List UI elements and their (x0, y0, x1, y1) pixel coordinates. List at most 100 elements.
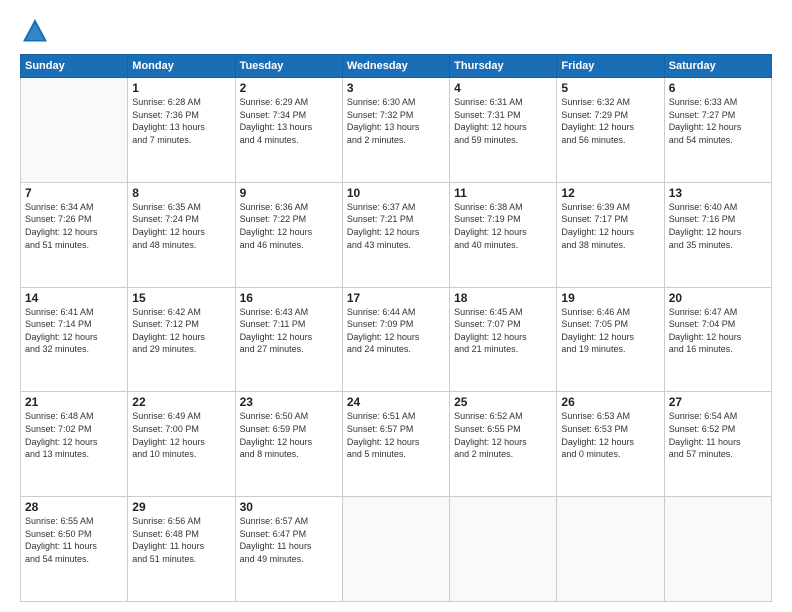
day-number: 30 (240, 500, 338, 514)
calendar-cell: 12Sunrise: 6:39 AM Sunset: 7:17 PM Dayli… (557, 182, 664, 287)
calendar-week-row: 21Sunrise: 6:48 AM Sunset: 7:02 PM Dayli… (21, 392, 772, 497)
day-info: Sunrise: 6:54 AM Sunset: 6:52 PM Dayligh… (669, 410, 767, 460)
calendar-week-row: 1Sunrise: 6:28 AM Sunset: 7:36 PM Daylig… (21, 78, 772, 183)
calendar-cell (21, 78, 128, 183)
day-info: Sunrise: 6:50 AM Sunset: 6:59 PM Dayligh… (240, 410, 338, 460)
day-number: 26 (561, 395, 659, 409)
day-number: 18 (454, 291, 552, 305)
calendar-cell: 18Sunrise: 6:45 AM Sunset: 7:07 PM Dayli… (450, 287, 557, 392)
day-info: Sunrise: 6:33 AM Sunset: 7:27 PM Dayligh… (669, 96, 767, 146)
calendar-header-cell: Monday (128, 55, 235, 78)
day-info: Sunrise: 6:55 AM Sunset: 6:50 PM Dayligh… (25, 515, 123, 565)
day-number: 17 (347, 291, 445, 305)
calendar-cell: 22Sunrise: 6:49 AM Sunset: 7:00 PM Dayli… (128, 392, 235, 497)
day-number: 27 (669, 395, 767, 409)
calendar-header-cell: Sunday (21, 55, 128, 78)
day-number: 25 (454, 395, 552, 409)
calendar-week-row: 14Sunrise: 6:41 AM Sunset: 7:14 PM Dayli… (21, 287, 772, 392)
calendar-cell: 25Sunrise: 6:52 AM Sunset: 6:55 PM Dayli… (450, 392, 557, 497)
calendar-cell: 11Sunrise: 6:38 AM Sunset: 7:19 PM Dayli… (450, 182, 557, 287)
day-info: Sunrise: 6:39 AM Sunset: 7:17 PM Dayligh… (561, 201, 659, 251)
day-info: Sunrise: 6:30 AM Sunset: 7:32 PM Dayligh… (347, 96, 445, 146)
day-number: 15 (132, 291, 230, 305)
calendar-cell: 17Sunrise: 6:44 AM Sunset: 7:09 PM Dayli… (342, 287, 449, 392)
calendar-cell (664, 497, 771, 602)
day-number: 3 (347, 81, 445, 95)
calendar-cell: 4Sunrise: 6:31 AM Sunset: 7:31 PM Daylig… (450, 78, 557, 183)
day-number: 7 (25, 186, 123, 200)
calendar-cell: 28Sunrise: 6:55 AM Sunset: 6:50 PM Dayli… (21, 497, 128, 602)
day-info: Sunrise: 6:29 AM Sunset: 7:34 PM Dayligh… (240, 96, 338, 146)
day-info: Sunrise: 6:42 AM Sunset: 7:12 PM Dayligh… (132, 306, 230, 356)
day-info: Sunrise: 6:57 AM Sunset: 6:47 PM Dayligh… (240, 515, 338, 565)
day-number: 24 (347, 395, 445, 409)
day-info: Sunrise: 6:35 AM Sunset: 7:24 PM Dayligh… (132, 201, 230, 251)
calendar-cell: 13Sunrise: 6:40 AM Sunset: 7:16 PM Dayli… (664, 182, 771, 287)
header (20, 16, 772, 46)
day-info: Sunrise: 6:37 AM Sunset: 7:21 PM Dayligh… (347, 201, 445, 251)
day-info: Sunrise: 6:31 AM Sunset: 7:31 PM Dayligh… (454, 96, 552, 146)
calendar-cell (450, 497, 557, 602)
calendar-header-cell: Thursday (450, 55, 557, 78)
day-number: 22 (132, 395, 230, 409)
day-number: 2 (240, 81, 338, 95)
calendar-table: SundayMondayTuesdayWednesdayThursdayFrid… (20, 54, 772, 602)
day-number: 9 (240, 186, 338, 200)
logo (20, 16, 56, 46)
day-info: Sunrise: 6:47 AM Sunset: 7:04 PM Dayligh… (669, 306, 767, 356)
day-info: Sunrise: 6:34 AM Sunset: 7:26 PM Dayligh… (25, 201, 123, 251)
day-number: 1 (132, 81, 230, 95)
calendar-cell: 16Sunrise: 6:43 AM Sunset: 7:11 PM Dayli… (235, 287, 342, 392)
day-info: Sunrise: 6:41 AM Sunset: 7:14 PM Dayligh… (25, 306, 123, 356)
calendar-cell: 30Sunrise: 6:57 AM Sunset: 6:47 PM Dayli… (235, 497, 342, 602)
calendar-cell (342, 497, 449, 602)
day-info: Sunrise: 6:46 AM Sunset: 7:05 PM Dayligh… (561, 306, 659, 356)
day-info: Sunrise: 6:32 AM Sunset: 7:29 PM Dayligh… (561, 96, 659, 146)
day-number: 8 (132, 186, 230, 200)
calendar-cell: 10Sunrise: 6:37 AM Sunset: 7:21 PM Dayli… (342, 182, 449, 287)
calendar-cell: 26Sunrise: 6:53 AM Sunset: 6:53 PM Dayli… (557, 392, 664, 497)
calendar-cell (557, 497, 664, 602)
calendar-body: 1Sunrise: 6:28 AM Sunset: 7:36 PM Daylig… (21, 78, 772, 602)
day-number: 5 (561, 81, 659, 95)
calendar-cell: 3Sunrise: 6:30 AM Sunset: 7:32 PM Daylig… (342, 78, 449, 183)
day-info: Sunrise: 6:40 AM Sunset: 7:16 PM Dayligh… (669, 201, 767, 251)
calendar-header-cell: Wednesday (342, 55, 449, 78)
day-info: Sunrise: 6:49 AM Sunset: 7:00 PM Dayligh… (132, 410, 230, 460)
day-info: Sunrise: 6:53 AM Sunset: 6:53 PM Dayligh… (561, 410, 659, 460)
day-number: 14 (25, 291, 123, 305)
calendar-cell: 8Sunrise: 6:35 AM Sunset: 7:24 PM Daylig… (128, 182, 235, 287)
calendar-cell: 7Sunrise: 6:34 AM Sunset: 7:26 PM Daylig… (21, 182, 128, 287)
calendar-cell: 29Sunrise: 6:56 AM Sunset: 6:48 PM Dayli… (128, 497, 235, 602)
day-number: 28 (25, 500, 123, 514)
day-number: 29 (132, 500, 230, 514)
calendar-cell: 9Sunrise: 6:36 AM Sunset: 7:22 PM Daylig… (235, 182, 342, 287)
calendar-cell: 20Sunrise: 6:47 AM Sunset: 7:04 PM Dayli… (664, 287, 771, 392)
calendar-cell: 21Sunrise: 6:48 AM Sunset: 7:02 PM Dayli… (21, 392, 128, 497)
calendar-cell: 15Sunrise: 6:42 AM Sunset: 7:12 PM Dayli… (128, 287, 235, 392)
calendar-header-cell: Friday (557, 55, 664, 78)
day-info: Sunrise: 6:56 AM Sunset: 6:48 PM Dayligh… (132, 515, 230, 565)
day-info: Sunrise: 6:52 AM Sunset: 6:55 PM Dayligh… (454, 410, 552, 460)
calendar-week-row: 7Sunrise: 6:34 AM Sunset: 7:26 PM Daylig… (21, 182, 772, 287)
day-info: Sunrise: 6:51 AM Sunset: 6:57 PM Dayligh… (347, 410, 445, 460)
day-info: Sunrise: 6:38 AM Sunset: 7:19 PM Dayligh… (454, 201, 552, 251)
day-number: 12 (561, 186, 659, 200)
calendar-cell: 24Sunrise: 6:51 AM Sunset: 6:57 PM Dayli… (342, 392, 449, 497)
day-info: Sunrise: 6:28 AM Sunset: 7:36 PM Dayligh… (132, 96, 230, 146)
day-info: Sunrise: 6:48 AM Sunset: 7:02 PM Dayligh… (25, 410, 123, 460)
day-number: 4 (454, 81, 552, 95)
calendar-week-row: 28Sunrise: 6:55 AM Sunset: 6:50 PM Dayli… (21, 497, 772, 602)
day-number: 13 (669, 186, 767, 200)
calendar-cell: 2Sunrise: 6:29 AM Sunset: 7:34 PM Daylig… (235, 78, 342, 183)
calendar-cell: 14Sunrise: 6:41 AM Sunset: 7:14 PM Dayli… (21, 287, 128, 392)
day-number: 16 (240, 291, 338, 305)
calendar-cell: 5Sunrise: 6:32 AM Sunset: 7:29 PM Daylig… (557, 78, 664, 183)
calendar-header-cell: Saturday (664, 55, 771, 78)
day-number: 6 (669, 81, 767, 95)
calendar-header-row: SundayMondayTuesdayWednesdayThursdayFrid… (21, 55, 772, 78)
day-info: Sunrise: 6:36 AM Sunset: 7:22 PM Dayligh… (240, 201, 338, 251)
day-number: 19 (561, 291, 659, 305)
calendar-header-cell: Tuesday (235, 55, 342, 78)
calendar-cell: 19Sunrise: 6:46 AM Sunset: 7:05 PM Dayli… (557, 287, 664, 392)
